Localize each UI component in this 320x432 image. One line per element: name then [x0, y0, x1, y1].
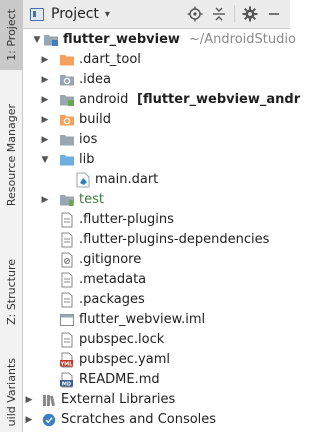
android-folder-icon — [60, 95, 74, 106]
project-view-icon — [30, 7, 44, 21]
source-folder-icon — [60, 155, 74, 166]
collapsed-arrow-icon[interactable]: ▶ — [39, 190, 51, 210]
text-file-icon — [61, 212, 73, 228]
tree-row-idea[interactable]: ▶ .idea — [23, 70, 290, 90]
collapsed-arrow-icon[interactable]: ▶ — [39, 110, 51, 130]
side-tab-resource-manager[interactable]: Resource Manager — [0, 96, 22, 214]
dart-file-icon — [76, 172, 90, 188]
side-tab-structure[interactable]: Z: Structure — [0, 252, 22, 332]
yaml-file-icon: YML — [60, 352, 74, 368]
tree-row-pubspec-yaml[interactable]: YML pubspec.yaml — [23, 350, 290, 370]
project-panel-header: Project ▾ — [23, 0, 290, 29]
panel-title[interactable]: Project — [51, 6, 99, 22]
test-folder-icon — [60, 195, 74, 206]
text-file-icon — [61, 292, 73, 308]
tree-row-lib[interactable]: ▼ lib — [23, 150, 290, 170]
tree-row-flutter-plugins[interactable]: .flutter-plugins — [23, 210, 290, 230]
tree-row-readme[interactable]: MD README.md — [23, 370, 290, 390]
tree-row-external-libraries[interactable]: ▶ External Libraries — [23, 390, 290, 410]
side-tab-build-variants[interactable]: uild Variants — [0, 352, 22, 432]
left-tool-stripe: 1: Project Resource Manager Z: Structure… — [0, 0, 23, 432]
settings-folder-icon — [60, 75, 74, 86]
text-file-icon — [61, 332, 73, 348]
libraries-icon — [43, 395, 56, 407]
gitignore-file-icon — [61, 252, 73, 268]
project-tree: ▼ flutter_webview ~/AndroidStudio ▶ .dar… — [23, 28, 301, 432]
collapsed-arrow-icon[interactable]: ▶ — [39, 50, 51, 70]
tree-row-metadata[interactable]: .metadata — [23, 270, 290, 290]
tree-row-iml[interactable]: flutter_webview.iml — [23, 310, 290, 330]
module-file-icon — [60, 314, 74, 326]
chevron-down-icon[interactable]: ▾ — [105, 9, 110, 20]
svg-text:YML: YML — [60, 361, 74, 367]
tree-row-test[interactable]: ▶ test — [23, 190, 290, 210]
collapsed-arrow-icon[interactable]: ▶ — [39, 90, 51, 110]
collapsed-arrow-icon[interactable]: ▶ — [39, 130, 51, 150]
tree-row-main-dart[interactable]: main.dart — [23, 170, 290, 190]
text-file-icon — [61, 232, 73, 248]
tree-row-flutter-plugins-dependencies[interactable]: .flutter-plugins-dependencies — [23, 230, 290, 250]
gear-icon[interactable] — [238, 2, 262, 26]
text-file-icon — [61, 272, 73, 288]
collapsed-arrow-icon[interactable]: ▶ — [39, 70, 51, 90]
tree-row-scratches[interactable]: ▶ Scratches and Consoles — [23, 410, 290, 430]
tree-row-packages[interactable]: .packages — [23, 290, 290, 310]
collapsed-arrow-icon[interactable]: ▶ — [23, 390, 35, 410]
side-tab-project[interactable]: 1: Project — [0, 0, 22, 70]
excluded-folder-icon — [60, 115, 74, 126]
tree-row-build[interactable]: ▶ build — [23, 110, 290, 130]
tree-row-android[interactable]: ▶ android [flutter_webview_andr — [23, 90, 301, 110]
svg-text:MD: MD — [62, 381, 71, 387]
folder-icon — [60, 55, 74, 66]
markdown-file-icon: MD — [60, 372, 73, 388]
collapse-icon[interactable] — [207, 2, 231, 26]
minimize-icon[interactable] — [262, 2, 286, 26]
module-folder-icon — [44, 35, 58, 46]
expanded-arrow-icon[interactable]: ▼ — [31, 30, 43, 50]
scratches-icon — [42, 413, 56, 427]
collapsed-arrow-icon[interactable]: ▶ — [23, 410, 35, 430]
expanded-arrow-icon[interactable]: ▼ — [39, 150, 51, 170]
tree-row-pubspec-lock[interactable]: pubspec.lock — [23, 330, 290, 350]
folder-icon — [60, 135, 74, 146]
tree-row-dart-tool[interactable]: ▶ .dart_tool — [23, 50, 290, 70]
header-divider — [234, 5, 235, 23]
crosshair-icon[interactable] — [183, 2, 207, 26]
tree-row-root[interactable]: ▼ flutter_webview ~/AndroidStudio — [23, 30, 296, 50]
tree-row-gitignore[interactable]: .gitignore — [23, 250, 290, 270]
tree-row-ios[interactable]: ▶ ios — [23, 130, 290, 150]
